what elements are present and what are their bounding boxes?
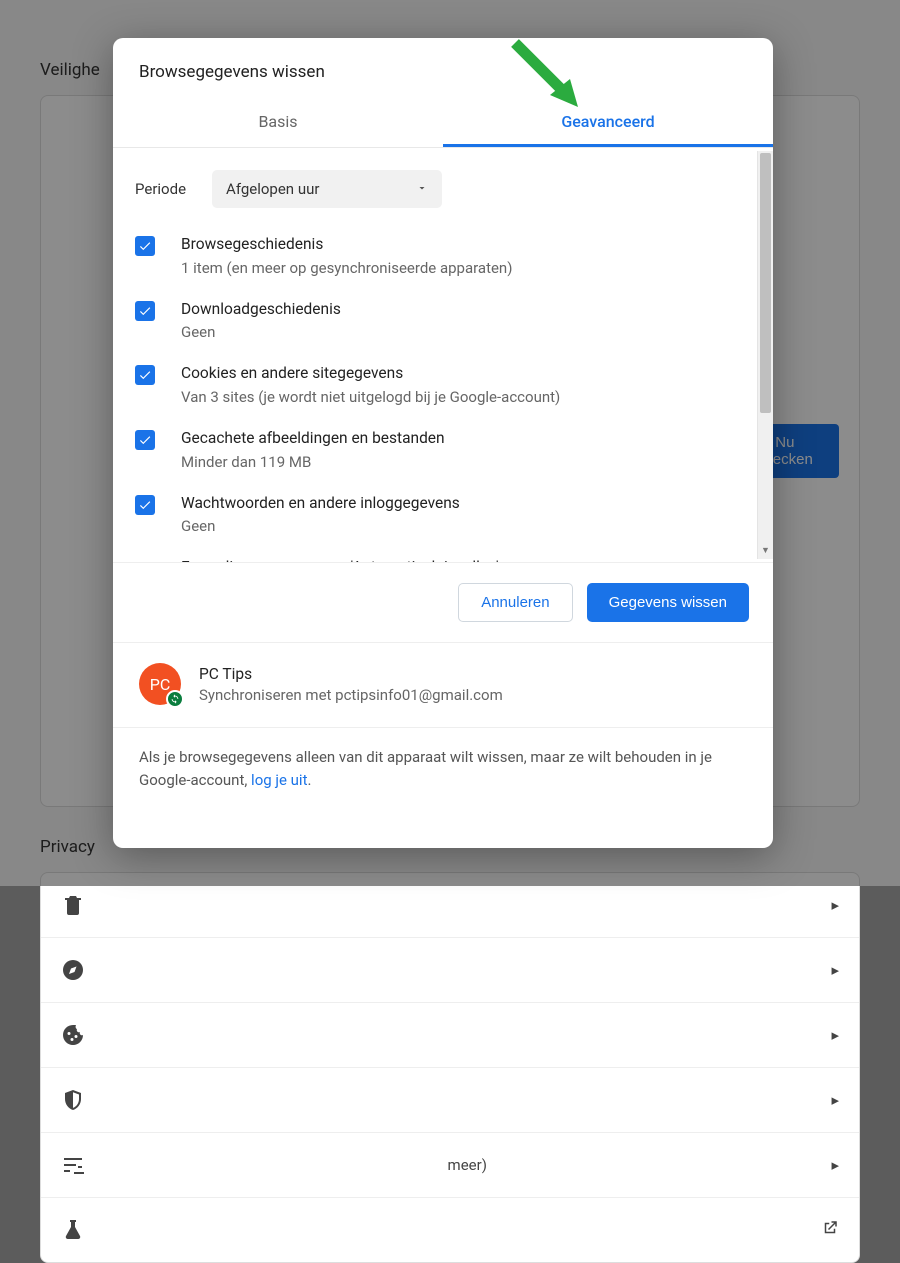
item-title: Wachtwoorden en andere inloggegevens	[181, 493, 460, 515]
avatar: PC	[139, 663, 181, 705]
row-site-settings[interactable]: meer) ▸	[41, 1133, 859, 1198]
chevron-right-icon: ▸	[831, 1156, 839, 1174]
item-cache[interactable]: Gecachete afbeeldingen en bestanden Mind…	[135, 428, 733, 471]
signout-notice: Als je browsegegevens alleen van dit app…	[113, 728, 773, 813]
account-sub: Synchroniseren met pctipsinfo01@gmail.co…	[199, 686, 503, 704]
sliders-icon	[61, 1153, 85, 1177]
row-compass[interactable]: ▸	[41, 938, 859, 1003]
item-autofill[interactable]: Formuliergegevens voor 'Automatisch invu…	[135, 557, 733, 563]
period-select[interactable]: Afgelopen uur	[212, 170, 442, 208]
compass-icon	[61, 958, 85, 982]
account-name: PC Tips	[199, 665, 503, 683]
item-browsing-history[interactable]: Browsegeschiedenis 1 item (en meer op ge…	[135, 234, 733, 277]
flask-icon	[61, 1218, 85, 1242]
tab-basic[interactable]: Basis	[113, 100, 443, 147]
scrollbar-thumb[interactable]	[760, 153, 771, 413]
item-sub: 1 item (en meer op gesynchroniseerde app…	[181, 259, 512, 277]
account-info: PC PC Tips Synchroniseren met pctipsinfo…	[113, 643, 773, 728]
clear-data-button[interactable]: Gegevens wissen	[587, 583, 749, 622]
notice-suffix: .	[307, 771, 311, 789]
item-sub: Minder dan 119 MB	[181, 453, 445, 471]
row-security[interactable]: ▸	[41, 1068, 859, 1133]
external-link-icon	[821, 1219, 839, 1241]
sync-badge-icon	[166, 690, 184, 708]
item-sub: Geen	[181, 323, 341, 341]
row-sandbox[interactable]	[41, 1198, 859, 1262]
chevron-right-icon: ▸	[831, 1091, 839, 1109]
cancel-button[interactable]: Annuleren	[458, 583, 572, 622]
caret-down-icon	[416, 180, 428, 198]
privacy-card: ▸ ▸ ▸ ▸ meer) ▸	[40, 872, 860, 1263]
checkbox[interactable]	[135, 495, 155, 515]
dialog-buttons: Annuleren Gegevens wissen	[113, 563, 773, 643]
chevron-right-icon: ▸	[831, 1026, 839, 1044]
period-value: Afgelopen uur	[226, 180, 319, 198]
checkbox[interactable]	[135, 430, 155, 450]
checkbox[interactable]	[135, 365, 155, 385]
avatar-initials: PC	[150, 675, 171, 694]
item-title: Downloadgeschiedenis	[181, 299, 341, 321]
clear-browsing-data-dialog: Browsegegevens wissen Basis Geavanceerd …	[113, 38, 773, 848]
item-title: Formuliergegevens voor 'Automatisch invu…	[181, 557, 499, 563]
item-title: Browsegeschiedenis	[181, 234, 512, 256]
dialog-tabs: Basis Geavanceerd	[113, 100, 773, 148]
item-title: Gecachete afbeeldingen en bestanden	[181, 428, 445, 450]
item-cookies[interactable]: Cookies en andere sitegegevens Van 3 sit…	[135, 363, 733, 406]
chevron-right-icon: ▸	[831, 896, 839, 914]
signout-link[interactable]: log je uit	[251, 771, 307, 789]
dialog-title: Browsegegevens wissen	[113, 38, 773, 100]
trash-icon	[61, 893, 85, 917]
period-label: Periode	[135, 180, 186, 198]
notice-text: Als je browsegegevens alleen van dit app…	[139, 748, 712, 789]
checkbox[interactable]	[135, 236, 155, 256]
scroll-down-icon[interactable]: ▼	[758, 543, 773, 557]
shield-icon	[61, 1088, 85, 1112]
item-sub: Van 3 sites (je wordt niet uitgelogd bij…	[181, 388, 560, 406]
row-cookie[interactable]: ▸	[41, 1003, 859, 1068]
scrollbar[interactable]: ▼	[757, 151, 773, 559]
options-scroll-area: Periode Afgelopen uur Browsegeschiedenis…	[113, 148, 773, 563]
checkbox[interactable]	[135, 301, 155, 321]
item-download-history[interactable]: Downloadgeschiedenis Geen	[135, 299, 733, 342]
cookie-icon	[61, 1023, 85, 1047]
item-sub: Geen	[181, 517, 460, 535]
chevron-right-icon: ▸	[831, 961, 839, 979]
item-passwords[interactable]: Wachtwoorden en andere inloggegevens Gee…	[135, 493, 733, 536]
item-title: Cookies en andere sitegegevens	[181, 363, 560, 385]
more-text: meer)	[448, 1156, 487, 1174]
tab-advanced[interactable]: Geavanceerd	[443, 100, 773, 147]
